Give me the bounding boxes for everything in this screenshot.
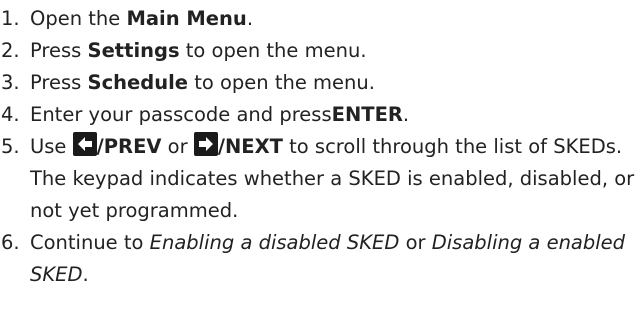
step-text: or (399, 231, 432, 254)
step-text: . (402, 103, 410, 126)
step-number: 3. (1, 71, 20, 94)
step-text: Enter your passcode and press (30, 103, 332, 126)
schedule-label: Schedule (87, 71, 188, 94)
step-text: . (246, 7, 254, 30)
step-2: 2. Press Settings to open the menu. (0, 35, 644, 67)
step-4: 4. Enter your passcode and pressENTER. (0, 99, 644, 131)
step-text: Continue to (30, 231, 150, 254)
procedure-steps-list: 1. Open the Main Menu. 2. Press Settings… (0, 0, 644, 291)
step-text: Open the (30, 7, 127, 30)
step-1: 1. Open the Main Menu. (0, 3, 644, 35)
step-text: to open the menu. (179, 39, 367, 62)
step-text: or (161, 135, 194, 158)
step-text: Use (30, 135, 73, 158)
step-6: 6. Continue to Enabling a disabled SKED … (0, 227, 644, 291)
next-label: /NEXT (217, 135, 283, 158)
settings-label: Settings (87, 39, 180, 62)
step-number: 2. (1, 39, 20, 62)
step-text: Press (30, 39, 88, 62)
step-number: 1. (1, 7, 20, 30)
step-5: 5. Use /PREV or /NEXT to scroll through … (0, 131, 644, 227)
step-number: 4. (1, 103, 20, 126)
step-text: . (82, 263, 89, 286)
step-number: 6. (1, 231, 20, 254)
enter-label: ENTER (331, 103, 403, 126)
left-arrow-key-icon (72, 132, 97, 156)
main-menu-label: Main Menu (126, 7, 247, 30)
step-3: 3. Press Schedule to open the menu. (0, 67, 644, 99)
right-arrow-key-icon (193, 132, 218, 156)
prev-label: /PREV (96, 135, 162, 158)
step-text: Press (30, 71, 88, 94)
enabling-link-text: Enabling a disabled SKED (149, 231, 400, 254)
step-number: 5. (1, 135, 20, 158)
step-text: to open the menu. (188, 71, 375, 94)
